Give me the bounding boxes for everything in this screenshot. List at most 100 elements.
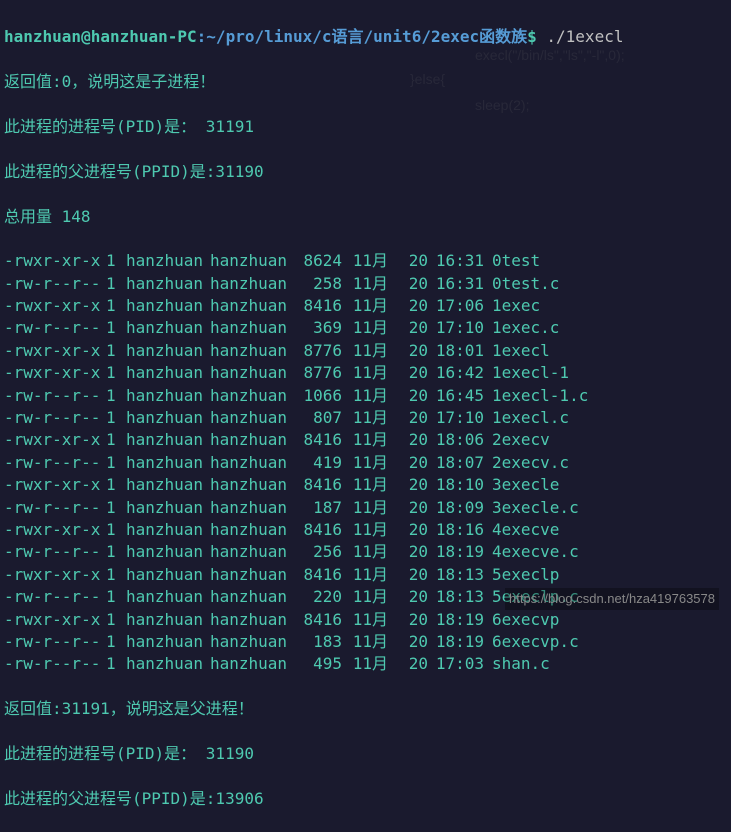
- ls-day: 20: [388, 362, 428, 384]
- ls-filename: shan.c: [484, 653, 550, 675]
- output-line: 总用量 148: [4, 206, 727, 228]
- ls-group: hanzhuan: [210, 631, 294, 653]
- ls-size: 8416: [294, 519, 342, 541]
- ls-links: 1: [106, 541, 126, 563]
- ls-perms: -rwxr-xr-x: [4, 429, 106, 451]
- ls-row: -rw-r--r--1hanzhuanhanzhuan41911月2018:07…: [4, 452, 727, 474]
- ls-month: 11月: [342, 340, 388, 362]
- ls-group: hanzhuan: [210, 653, 294, 675]
- ls-filename: 5execlp: [484, 564, 559, 586]
- ls-row: -rwxr-xr-x1hanzhuanhanzhuan877611月2016:4…: [4, 362, 727, 384]
- ls-filename: 2execv: [484, 429, 550, 451]
- ls-group: hanzhuan: [210, 519, 294, 541]
- ls-row: -rwxr-xr-x1hanzhuanhanzhuan862411月2016:3…: [4, 250, 727, 272]
- ls-links: 1: [106, 385, 126, 407]
- ls-row: -rw-r--r--1hanzhuanhanzhuan106611月2016:4…: [4, 385, 727, 407]
- ls-row: -rw-r--r--1hanzhuanhanzhuan80711月2017:10…: [4, 407, 727, 429]
- ls-perms: -rwxr-xr-x: [4, 340, 106, 362]
- ls-owner: hanzhuan: [126, 653, 210, 675]
- ls-month: 11月: [342, 385, 388, 407]
- output-line: 返回值:31191，说明这是父进程！: [4, 698, 727, 720]
- ls-month: 11月: [342, 609, 388, 631]
- ls-owner: hanzhuan: [126, 407, 210, 429]
- ls-links: 1: [106, 273, 126, 295]
- ls-size: 220: [294, 586, 342, 608]
- ls-month: 11月: [342, 519, 388, 541]
- ls-time: 16:31: [428, 273, 484, 295]
- ls-day: 20: [388, 564, 428, 586]
- ls-size: 187: [294, 497, 342, 519]
- ls-owner: hanzhuan: [126, 295, 210, 317]
- ls-links: 1: [106, 609, 126, 631]
- ls-links: 1: [106, 429, 126, 451]
- ls-group: hanzhuan: [210, 429, 294, 451]
- ls-day: 20: [388, 273, 428, 295]
- ls-perms: -rwxr-xr-x: [4, 474, 106, 496]
- ls-perms: -rw-r--r--: [4, 631, 106, 653]
- ls-day: 20: [388, 541, 428, 563]
- ls-links: 1: [106, 653, 126, 675]
- ls-links: 1: [106, 340, 126, 362]
- ls-group: hanzhuan: [210, 340, 294, 362]
- ls-filename: 1execl.c: [484, 407, 569, 429]
- prompt-symbol: $: [527, 27, 537, 46]
- ls-links: 1: [106, 586, 126, 608]
- ls-filename: 2execv.c: [484, 452, 569, 474]
- ls-month: 11月: [342, 273, 388, 295]
- ls-filename: 1execl-1: [484, 362, 569, 384]
- prompt-line: hanzhuan@hanzhuan-PC:~/pro/linux/c语言/uni…: [4, 26, 727, 48]
- ls-perms: -rw-r--r--: [4, 385, 106, 407]
- ls-owner: hanzhuan: [126, 609, 210, 631]
- ls-row: -rwxr-xr-x1hanzhuanhanzhuan841611月2018:1…: [4, 474, 727, 496]
- ls-owner: hanzhuan: [126, 631, 210, 653]
- ls-filename: 0test.c: [484, 273, 559, 295]
- ls-links: 1: [106, 631, 126, 653]
- ls-group: hanzhuan: [210, 273, 294, 295]
- ls-links: 1: [106, 295, 126, 317]
- ls-group: hanzhuan: [210, 497, 294, 519]
- ls-owner: hanzhuan: [126, 519, 210, 541]
- prompt-user-host: hanzhuan@hanzhuan-PC: [4, 27, 197, 46]
- ls-owner: hanzhuan: [126, 317, 210, 339]
- ls-size: 8776: [294, 340, 342, 362]
- ls-perms: -rw-r--r--: [4, 497, 106, 519]
- ls-month: 11月: [342, 452, 388, 474]
- ls-group: hanzhuan: [210, 407, 294, 429]
- ls-group: hanzhuan: [210, 317, 294, 339]
- ls-time: 18:19: [428, 609, 484, 631]
- ls-time: 18:01: [428, 340, 484, 362]
- ls-time: 18:09: [428, 497, 484, 519]
- ls-month: 11月: [342, 653, 388, 675]
- ls-size: 8776: [294, 362, 342, 384]
- ls-time: 18:07: [428, 452, 484, 474]
- ls-group: hanzhuan: [210, 586, 294, 608]
- terminal-output[interactable]: hanzhuan@hanzhuan-PC:~/pro/linux/c语言/uni…: [4, 4, 727, 832]
- ls-owner: hanzhuan: [126, 340, 210, 362]
- ls-owner: hanzhuan: [126, 429, 210, 451]
- ls-group: hanzhuan: [210, 362, 294, 384]
- ls-perms: -rw-r--r--: [4, 273, 106, 295]
- ls-day: 20: [388, 295, 428, 317]
- ls-size: 807: [294, 407, 342, 429]
- ls-size: 419: [294, 452, 342, 474]
- ls-day: 20: [388, 429, 428, 451]
- ls-group: hanzhuan: [210, 452, 294, 474]
- ls-perms: -rw-r--r--: [4, 317, 106, 339]
- prompt-path: ~/pro/linux/c语言/unit6/2exec函数族: [206, 27, 527, 46]
- ls-size: 8624: [294, 250, 342, 272]
- ls-row: -rwxr-xr-x1hanzhuanhanzhuan841611月2018:1…: [4, 519, 727, 541]
- ls-month: 11月: [342, 407, 388, 429]
- ls-links: 1: [106, 564, 126, 586]
- ls-links: 1: [106, 519, 126, 541]
- output-line: 此进程的进程号(PID)是： 31191: [4, 116, 727, 138]
- ls-day: 20: [388, 497, 428, 519]
- ls-owner: hanzhuan: [126, 273, 210, 295]
- ls-row: -rwxr-xr-x1hanzhuanhanzhuan841611月2017:0…: [4, 295, 727, 317]
- ls-group: hanzhuan: [210, 295, 294, 317]
- ls-filename: 6execvp: [484, 609, 559, 631]
- ls-filename: 0test: [484, 250, 540, 272]
- ls-owner: hanzhuan: [126, 362, 210, 384]
- ls-day: 20: [388, 340, 428, 362]
- ls-time: 18:13: [428, 564, 484, 586]
- ls-size: 8416: [294, 295, 342, 317]
